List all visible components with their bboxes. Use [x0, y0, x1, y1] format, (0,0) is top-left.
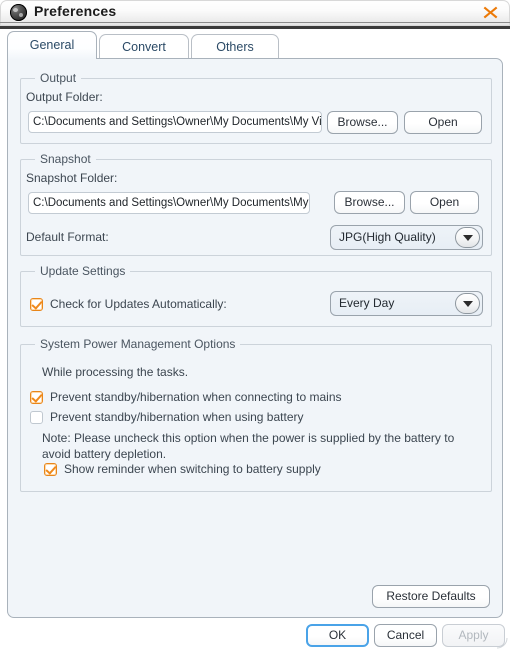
title-bar-divider: [0, 22, 510, 23]
output-folder-input[interactable]: C:\Documents and Settings\Owner\My Docum…: [28, 111, 322, 133]
preferences-dialog: Preferences General Convert Others Outpu…: [0, 0, 510, 651]
power-management-group-title: System Power Management Options: [35, 337, 241, 351]
snapshot-folder-input[interactable]: C:\Documents and Settings\Owner\My Docum…: [28, 192, 310, 214]
show-reminder-label: Show reminder when switching to battery …: [64, 462, 321, 476]
power-intro-text: While processing the tasks.: [42, 365, 189, 379]
update-frequency-select[interactable]: Every Day: [330, 291, 483, 316]
prevent-standby-battery-checkbox[interactable]: [30, 410, 43, 424]
tab-others[interactable]: Others: [191, 34, 279, 59]
tab-panel-seam: [9, 59, 97, 61]
tab-convert[interactable]: Convert: [99, 34, 189, 59]
snapshot-browse-button[interactable]: Browse...: [334, 191, 405, 214]
prevent-standby-mains-label: Prevent standby/hibernation when connect…: [50, 390, 342, 404]
show-reminder-checkbox[interactable]: [44, 462, 57, 476]
check-updates-checkbox-row[interactable]: Check for Updates Automatically:: [30, 297, 227, 311]
tab-general[interactable]: General: [7, 31, 97, 59]
output-browse-button[interactable]: Browse...: [327, 111, 398, 134]
show-reminder-row[interactable]: Show reminder when switching to battery …: [44, 462, 321, 476]
app-sphere-icon: [10, 4, 27, 21]
update-settings-group-title: Update Settings: [35, 264, 131, 278]
check-updates-checkbox[interactable]: [30, 297, 43, 311]
update-frequency-value: Every Day: [339, 296, 395, 310]
snapshot-open-button[interactable]: Open: [410, 191, 479, 214]
default-format-label: Default Format:: [26, 230, 109, 244]
window-title: Preferences: [34, 3, 117, 19]
tab-strip: General Convert Others: [7, 31, 503, 59]
prevent-standby-mains-checkbox[interactable]: [30, 390, 43, 404]
output-group-title: Output: [35, 71, 82, 85]
prevent-standby-mains-row[interactable]: Prevent standby/hibernation when connect…: [30, 390, 342, 404]
output-open-button[interactable]: Open: [404, 111, 482, 134]
default-format-value: JPG(High Quality): [339, 230, 436, 244]
prevent-standby-battery-row[interactable]: Prevent standby/hibernation when using b…: [30, 410, 304, 424]
snapshot-folder-label: Snapshot Folder:: [26, 171, 118, 185]
check-updates-label: Check for Updates Automatically:: [50, 297, 227, 311]
snapshot-group-title: Snapshot: [35, 152, 96, 166]
battery-note-text: Note: Please uncheck this option when th…: [42, 431, 455, 461]
ok-button[interactable]: OK: [306, 624, 369, 647]
default-format-select[interactable]: JPG(High Quality): [330, 225, 483, 250]
title-bar: Preferences: [0, 0, 510, 29]
cancel-button[interactable]: Cancel: [374, 624, 437, 647]
chevron-down-icon[interactable]: [455, 227, 480, 248]
restore-defaults-button[interactable]: Restore Defaults: [372, 585, 490, 608]
output-folder-label: Output Folder:: [26, 90, 103, 104]
close-icon[interactable]: [476, 1, 504, 23]
prevent-standby-battery-label: Prevent standby/hibernation when using b…: [50, 410, 304, 424]
chevron-down-icon[interactable]: [455, 293, 480, 314]
resize-grip-icon[interactable]: [496, 637, 508, 649]
